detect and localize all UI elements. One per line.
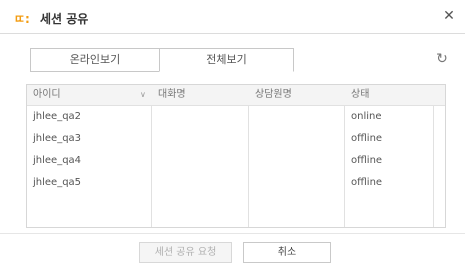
cell-id: jhlee_qa3 <box>33 133 82 144</box>
cell-agent <box>249 106 255 128</box>
cell-status: offline <box>351 155 383 166</box>
column-header-status[interactable]: 상태 <box>345 85 369 105</box>
table-row[interactable]: jhlee_qa5 offline <box>27 172 445 194</box>
table-row[interactable]: jhlee_qa4 offline <box>27 150 445 172</box>
table-header: 아이디 ∨ 대화명 상담원명 상태 <box>27 85 445 106</box>
table-row[interactable]: jhlee_qa3 offline <box>27 128 445 150</box>
close-icon[interactable]: ✕ <box>440 7 458 25</box>
cell-id: jhlee_qa4 <box>33 155 82 166</box>
tab-online-view[interactable]: 온라인보기 <box>30 48 159 72</box>
cell-nickname <box>152 106 158 128</box>
cell-id: jhlee_qa2 <box>33 111 82 122</box>
tab-all-view[interactable]: 전체보기 <box>159 48 294 72</box>
column-header-agent[interactable]: 상담원명 <box>249 85 292 105</box>
cell-nickname <box>152 150 158 172</box>
cell-nickname <box>152 128 158 150</box>
column-header-id[interactable]: 아이디 <box>27 85 61 105</box>
cell-agent <box>249 172 255 194</box>
cell-status: offline <box>351 177 383 188</box>
cell-agent <box>249 128 255 150</box>
cell-nickname <box>152 172 158 194</box>
dialog-titlebar: ㄸ: 세션 공유 ✕ <box>0 0 465 34</box>
request-session-share-button[interactable]: 세션 공유 요청 <box>139 242 232 263</box>
user-table: 아이디 ∨ 대화명 상담원명 상태 jhlee_qa2 online jhlee… <box>26 84 446 228</box>
cell-agent <box>249 150 255 172</box>
cancel-button[interactable]: 취소 <box>243 242 331 263</box>
cell-id: jhlee_qa5 <box>33 177 82 188</box>
cell-status: offline <box>351 133 383 144</box>
app-logo-icon: ㄸ: <box>14 12 30 26</box>
dialog-title: 세션 공유 <box>40 12 89 26</box>
refresh-icon[interactable]: ↻ <box>434 51 450 67</box>
session-share-dialog: ㄸ: 세션 공유 ✕ 온라인보기 전체보기 ↻ 아이디 ∨ 대화명 상담원명 상… <box>0 0 465 270</box>
cell-status: online <box>351 111 382 122</box>
table-row[interactable]: jhlee_qa2 online <box>27 106 445 128</box>
dialog-footer: 세션 공유 요청 취소 <box>0 233 465 270</box>
column-header-nickname[interactable]: 대화명 <box>152 85 186 105</box>
sort-chevron-down-icon[interactable]: ∨ <box>140 85 146 105</box>
